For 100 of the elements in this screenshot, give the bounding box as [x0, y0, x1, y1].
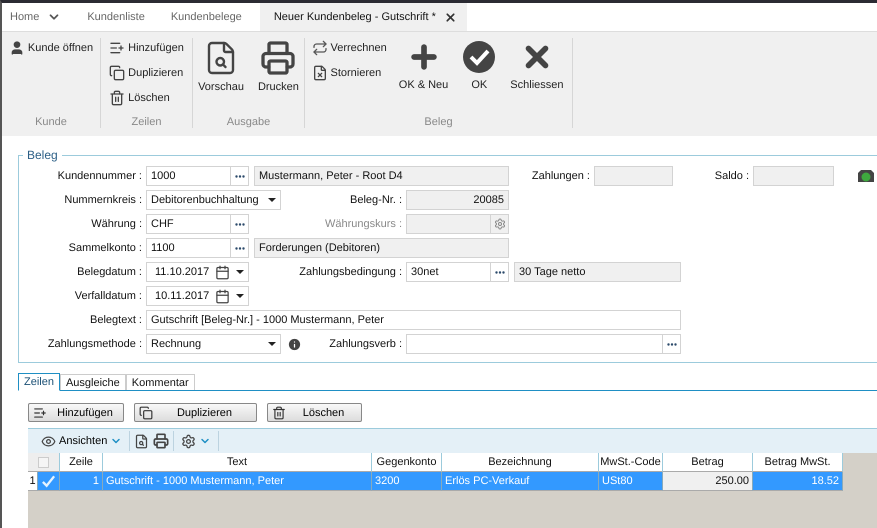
column-header[interactable]: Betrag MwSt. [753, 453, 843, 472]
field-label: Belegdatum : [76, 266, 143, 278]
group-label: Ausgabe [226, 116, 270, 128]
ribbon-button[interactable]: OK [458, 38, 500, 116]
add-rows-icon [33, 406, 47, 420]
caret-icon [268, 198, 276, 202]
input-field[interactable]: 1100 [146, 238, 231, 258]
input-field[interactable]: Gutschrift [Beleg-Nr.] - 1000 Mustermann, Peter [146, 310, 681, 330]
field-label: Zahlungsverb : [328, 338, 403, 350]
date-field[interactable]: 10.11.2017 [146, 286, 249, 306]
group-label: Kunde [35, 116, 67, 128]
field-label: Kundennummer : [56, 170, 143, 182]
column-header[interactable]: Bezeichnung [442, 453, 599, 472]
dropdown[interactable]: Rechnung [146, 334, 281, 354]
field-label: Verfalldatum : [74, 290, 143, 302]
more-icon [234, 246, 244, 250]
calendar-icon [215, 264, 230, 280]
table-cell: 250.00 [663, 472, 753, 491]
check-icon [41, 474, 56, 488]
ribbon-button[interactable]: Stornieren [310, 63, 389, 83]
input-field[interactable] [406, 334, 663, 354]
caret-icon [268, 342, 276, 346]
more-icon [234, 174, 244, 178]
dropdown[interactable]: Debitorenbuchhaltung [146, 190, 281, 210]
column-header[interactable]: MwSt.-Code [599, 453, 663, 472]
ribbon-button[interactable]: Kunde öffnen [6, 38, 96, 58]
more-icon [666, 342, 676, 346]
person-icon [8, 40, 25, 56]
toolbar-button[interactable]: Duplizieren [134, 403, 257, 422]
column-header[interactable]: Zeile [60, 453, 103, 472]
row-check[interactable] [38, 472, 60, 491]
field-label: Saldo : [714, 170, 750, 182]
readonly-field: Mustermann, Peter - Root D4 [254, 166, 509, 186]
printer-icon[interactable] [153, 433, 170, 449]
views-button[interactable]: Ansichten [38, 430, 126, 452]
tab[interactable]: Kommentar [126, 374, 195, 390]
field-label: Zahlungsbedingung : [298, 266, 403, 278]
caret-icon [236, 294, 244, 298]
section-title: Beleg [26, 148, 59, 162]
tab[interactable]: Ausgleiche [60, 374, 126, 390]
more-icon [494, 270, 504, 274]
document-cancel-icon [312, 65, 328, 81]
ribbon-button[interactable]: Hinzufügen [107, 38, 186, 58]
browse-button[interactable] [231, 214, 249, 234]
gear-icon [181, 434, 196, 448]
field-label: Zahlungen : [530, 170, 591, 182]
status-light-icon [858, 169, 874, 183]
ribbon-button[interactable]: Drucken [254, 38, 303, 116]
field-label: Belegtext : [89, 314, 143, 326]
column-header[interactable]: Gegenkonto [372, 453, 442, 472]
field-label: Nummernkreis : [63, 194, 143, 206]
field-label: Zahlungsmethode : [46, 338, 143, 350]
group-label: Zeilen [132, 116, 162, 128]
gear-icon [494, 218, 506, 230]
close-icon[interactable] [444, 10, 457, 24]
row-number: 1 [28, 472, 38, 491]
trash-icon [109, 90, 126, 106]
copy-icon [139, 406, 153, 420]
more-icon [234, 222, 244, 226]
table-cell: Erlös PC-Verkauf [442, 472, 599, 491]
info-icon[interactable] [287, 336, 302, 352]
browse-button[interactable] [491, 262, 509, 282]
ribbon-button[interactable]: Duplizieren [107, 63, 186, 83]
group-label: Beleg [424, 116, 453, 128]
checkbox[interactable] [38, 456, 49, 468]
column-header[interactable]: Text [103, 453, 372, 472]
add-rows-icon [109, 40, 126, 56]
toolbar-button[interactable]: Hinzufügen [28, 403, 124, 422]
date-field[interactable]: 11.10.2017 [146, 262, 249, 282]
input-field[interactable]: 1000 [146, 166, 231, 186]
tab[interactable]: Zeilen [18, 373, 60, 391]
field-label: Beleg-Nr. : [349, 194, 403, 206]
eye-icon [41, 434, 56, 448]
ribbon-button[interactable]: Löschen [107, 88, 186, 108]
column-header[interactable]: Betrag [663, 453, 753, 472]
browse-button[interactable] [663, 334, 681, 354]
caret-icon [236, 270, 244, 274]
table-cell: USt80 [599, 472, 663, 491]
field-label: Währungskurs : [324, 218, 403, 230]
ribbon-button[interactable]: Verrechnen [310, 38, 389, 58]
table-cell: 3200 [372, 472, 442, 491]
toolbar-button[interactable]: Löschen [267, 403, 362, 422]
trash-icon [272, 406, 286, 420]
input-field[interactable]: CHF [146, 214, 231, 234]
printer-icon [260, 40, 296, 76]
arrows-icon [312, 40, 328, 56]
input-field[interactable]: 30net [406, 262, 491, 282]
ribbon-button[interactable]: Vorschau [194, 38, 248, 116]
preview-icon[interactable] [134, 434, 150, 448]
copy-icon [109, 65, 126, 81]
browse-button[interactable] [231, 238, 249, 258]
calendar-icon [215, 288, 230, 304]
field-label: Sammelkonto : [68, 242, 143, 254]
ribbon-button[interactable]: Schliessen [506, 38, 568, 116]
tab[interactable]: Neuer Kundenbeleg - Gutschrift * [260, 3, 467, 31]
field-label: Währung : [90, 218, 143, 230]
browse-button[interactable] [231, 166, 249, 186]
table-cell: Gutschrift - 1000 Mustermann, Peter [103, 472, 372, 491]
ribbon-button[interactable]: OK & Neu [394, 38, 452, 116]
table-cell: 18.52 [753, 472, 843, 491]
